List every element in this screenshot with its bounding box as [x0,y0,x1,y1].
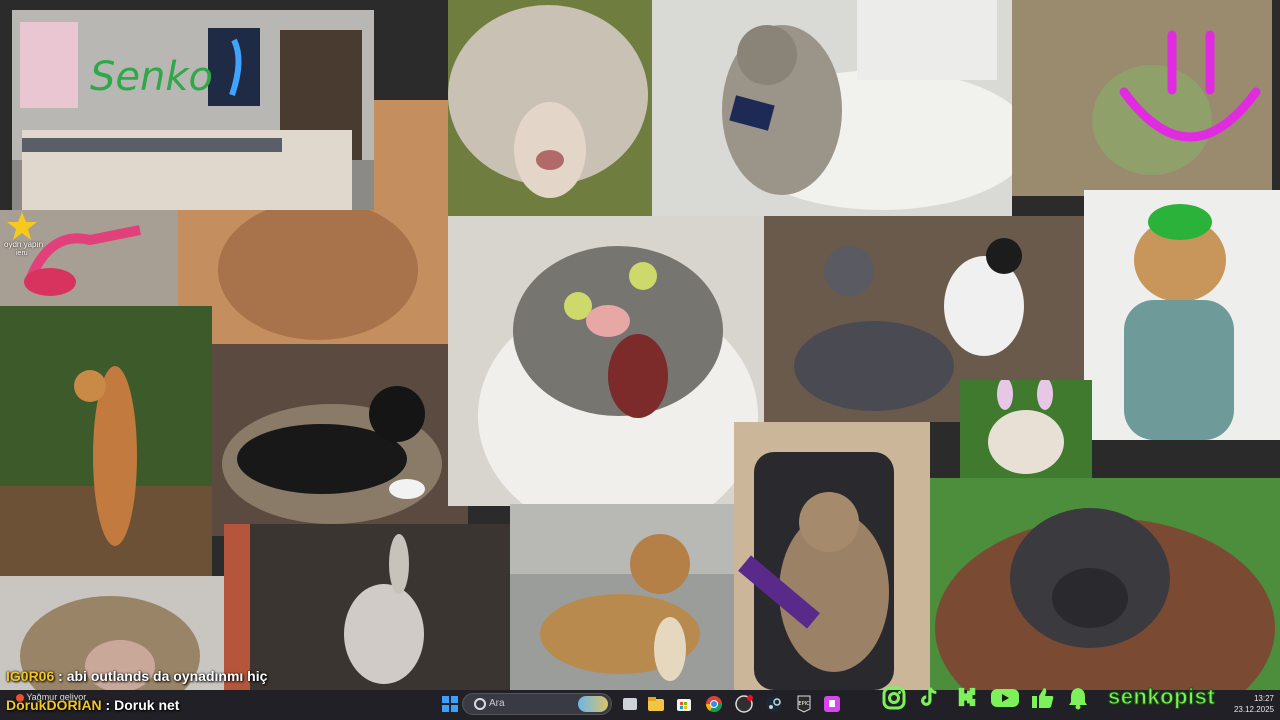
twitch-icon[interactable] [822,694,842,714]
alert-text-line1: oydn yapın [4,240,44,249]
chat-separator: : [101,697,115,713]
donkey-photo [224,524,510,690]
chat-message: DorukDORIAN : Doruk net [6,697,179,713]
shaggy-sheep-photo [448,0,652,216]
dog-with-bread-photo [510,504,734,690]
black-dog-gamer-photo [212,344,468,536]
search-icon [474,698,486,710]
stream-alert-tile: oydn yapın ieru [0,210,178,306]
streamer-handle: senkopist [1107,684,1216,710]
like-icon [1030,686,1056,710]
frog-smiley-photo [1012,0,1272,196]
cat-in-green-hat-photo [1084,190,1280,478]
room-webcam-tile: Senko [12,10,374,210]
file-explorer-icon[interactable] [646,694,666,714]
bunny-ears-bulldog-photo [960,380,1092,478]
alert-text-line2: ieru [16,250,28,257]
room-wall-graffiti: Senko [90,54,213,100]
obs-icon[interactable] [734,694,754,714]
windows-start-icon[interactable] [440,694,460,714]
epic-games-icon[interactable]: EPIC [794,694,814,714]
chat-username: DorukDORIAN [6,697,102,713]
kick-icon [956,686,978,710]
chat-separator: : [54,668,67,684]
orangutan-photo [930,478,1280,690]
instagram-icon [882,686,906,710]
chat-text: abi outlands da oynadınmı hiç [66,668,268,684]
steam-icon[interactable] [764,694,784,714]
search-highlight-icon [578,696,608,712]
task-view-icon[interactable] [620,694,640,714]
shocked-cat-photo [448,216,764,506]
chat-username: IG0R06 [6,668,55,684]
youtube-icon [990,686,1020,710]
svg-text:EPIC: EPIC [798,701,810,707]
chat-text: Doruk net [114,697,180,713]
taskbar-clock[interactable]: 13:27 23.12.2025 [1234,693,1274,715]
chrome-icon[interactable] [704,694,724,714]
cat-on-toilet-photo [652,0,1012,216]
tiktok-icon [918,686,940,710]
chat-message: IG0R06 : abi outlands da oynadınmı hiç [6,668,267,684]
store-icon[interactable] [674,694,694,714]
notification-bell-icon [1066,686,1090,710]
gamer-cat-photo [734,422,930,690]
clock-date: 23.12.2025 [1233,705,1274,714]
squirrel-photo [0,306,212,576]
clock-time: 13:27 [1253,694,1274,703]
